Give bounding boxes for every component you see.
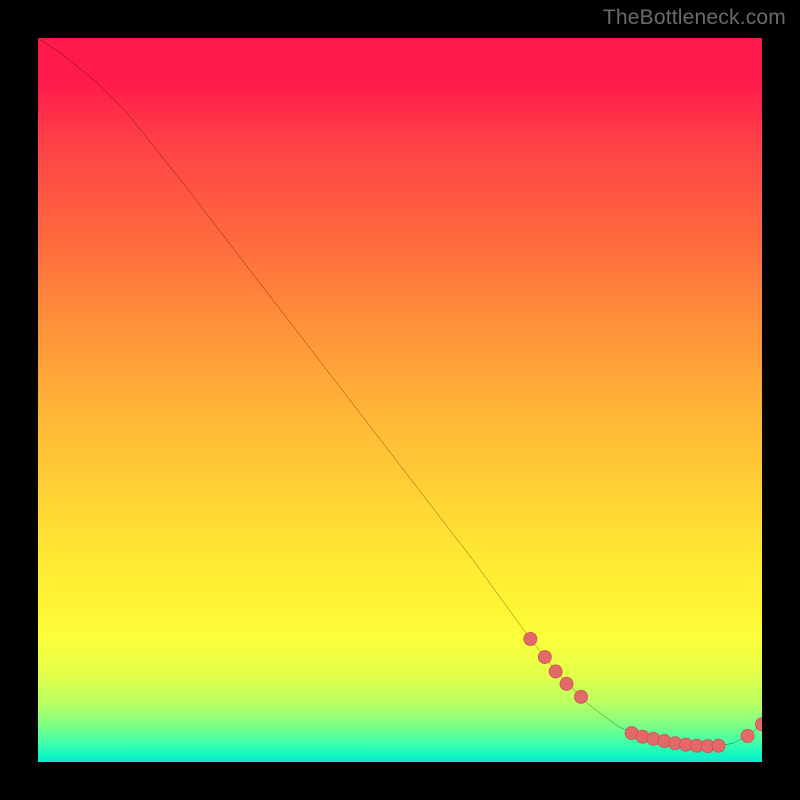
chart-frame: TheBottleneck.com — [0, 0, 800, 800]
watermark-text: TheBottleneck.com — [603, 6, 786, 30]
plot-area — [38, 38, 762, 762]
heat-gradient-bg — [38, 38, 762, 762]
